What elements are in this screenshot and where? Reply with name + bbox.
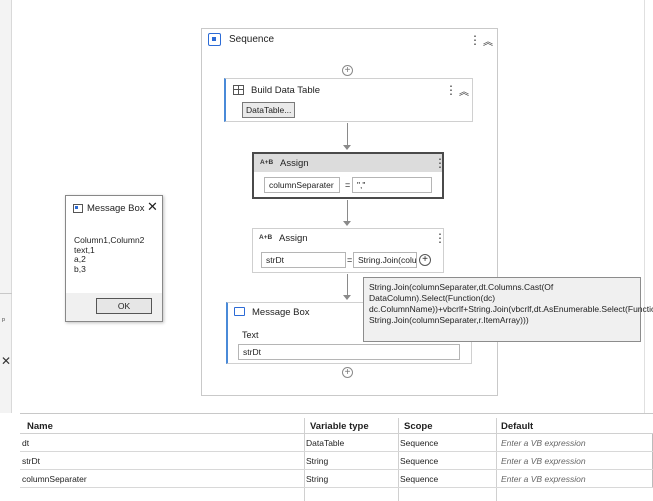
sequence-header[interactable]: Sequence ⋮ ︽ — [202, 29, 497, 51]
assign-menu-icon[interactable]: ⋮ — [434, 157, 446, 169]
left-panel-strip — [0, 0, 12, 413]
variable-default[interactable]: Enter a VB expression — [501, 456, 586, 466]
sequence-collapse-icon[interactable]: ︽ — [483, 33, 493, 48]
assign-activity-column-separator[interactable]: A+B Assign ⋮ columnSeparater = "," — [252, 152, 446, 199]
variable-name[interactable]: columnSeparater — [22, 474, 87, 484]
variable-scope[interactable]: Sequence — [400, 456, 438, 466]
variable-default-cell[interactable]: Enter a VB expression — [499, 434, 653, 451]
assign-to-field[interactable]: strDt — [261, 252, 346, 268]
assign-title: Assign — [280, 158, 309, 169]
datatable-button[interactable]: DataTable... — [242, 102, 296, 118]
column-header-type[interactable]: Variable type — [310, 421, 369, 432]
variable-default[interactable]: Enter a VB expression — [501, 474, 586, 484]
column-header-name[interactable]: Name — [27, 421, 53, 432]
sequence-menu-icon[interactable]: ⋮ — [469, 34, 481, 46]
assign-value-field[interactable]: String.Join(colu — [353, 252, 417, 268]
variables-panel: Name Variable type Scope Default dt Data… — [20, 413, 653, 501]
connector-arrow — [343, 221, 351, 226]
pin-icon[interactable]: ᵖ — [2, 316, 5, 325]
assign-title: Assign — [279, 233, 308, 244]
expression-tooltip: String.Join(columnSeparater,dt.Columns.C… — [363, 277, 653, 342]
assign-icon: A+B — [259, 234, 273, 241]
add-activity-top-icon[interactable]: + — [342, 65, 353, 76]
dialog-footer: OK — [66, 293, 162, 321]
add-activity-bottom-icon[interactable]: + — [342, 367, 353, 378]
build-data-table-title: Build Data Table — [251, 85, 321, 96]
table-icon — [233, 85, 244, 95]
message-icon — [234, 307, 245, 316]
dialog-close-icon[interactable]: ✕ — [147, 199, 158, 215]
connector-line — [347, 274, 348, 296]
variable-name[interactable]: dt — [22, 438, 29, 448]
close-icon[interactable]: ✕ — [1, 354, 11, 368]
variable-row[interactable]: columnSeparater String Sequence Enter a … — [20, 470, 653, 488]
variables-header: Name Variable type Scope Default — [20, 418, 653, 434]
variable-type[interactable]: DataTable — [306, 438, 344, 448]
variable-scope[interactable]: Sequence — [400, 474, 438, 484]
assign-activity-str-dt[interactable]: A+B Assign ⋮ strDt = String.Join(colu + — [252, 228, 446, 273]
add-expression-icon[interactable]: + — [419, 254, 431, 266]
variable-name[interactable]: strDt — [22, 456, 40, 466]
connector-arrow — [343, 295, 351, 300]
column-header-default[interactable]: Default — [501, 421, 533, 432]
window-icon — [73, 204, 83, 213]
variable-type[interactable]: String — [306, 474, 328, 484]
column-header-scope[interactable]: Scope — [404, 421, 433, 432]
build-data-table-activity[interactable]: Build Data Table ⋮ ︽ DataTable... — [224, 78, 473, 122]
variable-default-cell[interactable]: Enter a VB expression — [499, 470, 653, 487]
assign-menu-icon[interactable]: ⋮ — [434, 232, 446, 244]
message-box-dialog[interactable]: Message Box ✕ Column1,Column2 text,1 a,2… — [65, 195, 163, 322]
build-data-table-collapse-icon[interactable]: ︽ — [459, 83, 469, 98]
variable-default[interactable]: Enter a VB expression — [501, 438, 586, 448]
assign-equals: = — [347, 255, 353, 265]
text-label: Text — [242, 330, 259, 340]
ok-button[interactable]: OK — [96, 298, 152, 314]
sequence-title: Sequence — [229, 34, 275, 45]
build-data-table-menu-icon[interactable]: ⋮ — [445, 84, 457, 96]
assign-equals: = — [345, 180, 351, 190]
connector-line — [347, 200, 348, 222]
left-panel-divider — [0, 293, 12, 294]
variable-default-cell[interactable]: Enter a VB expression — [499, 452, 653, 469]
assign-icon: A+B — [260, 159, 274, 166]
connector-arrow — [343, 145, 351, 150]
dialog-message: Column1,Column2 text,1 a,2 b,3 — [74, 235, 145, 274]
variable-type[interactable]: String — [306, 456, 328, 466]
connector-line — [347, 123, 348, 146]
variable-row[interactable]: dt DataTable Sequence Enter a VB express… — [20, 434, 653, 452]
canvas-right-border — [644, 0, 645, 413]
assign-value-field[interactable]: "," — [352, 177, 432, 193]
variable-scope[interactable]: Sequence — [400, 438, 438, 448]
message-box-title: Message Box — [252, 307, 310, 318]
dialog-title: Message Box — [87, 203, 145, 214]
variable-row[interactable]: strDt String Sequence Enter a VB express… — [20, 452, 653, 470]
message-text-field[interactable]: strDt — [238, 344, 460, 360]
sequence-icon — [208, 33, 221, 46]
assign-to-field[interactable]: columnSeparater — [264, 177, 340, 193]
